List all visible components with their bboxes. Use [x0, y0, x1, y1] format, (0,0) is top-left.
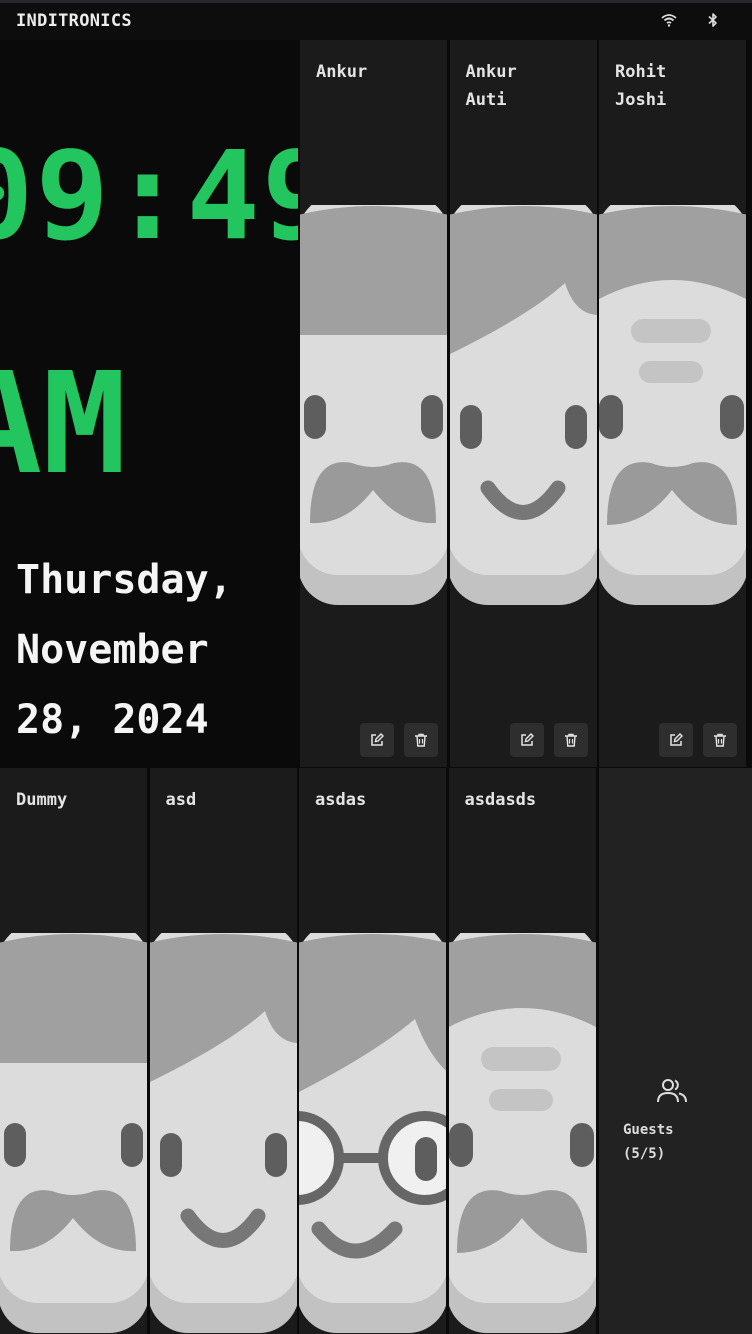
clock-time: 09:49 [0, 125, 298, 267]
top-bar: INDITRONICS [0, 0, 752, 40]
delete-icon [564, 733, 578, 747]
user-card[interactable]: asdasds [448, 768, 596, 1334]
avatar [299, 923, 446, 1333]
clock-panel: 09:49 AM Thursday, November 28, 2024 [0, 40, 298, 767]
user-name: asdas [315, 790, 367, 810]
delete-button[interactable] [404, 723, 438, 757]
brand-title: INDITRONICS [16, 11, 132, 31]
edit-button[interactable] [509, 723, 544, 757]
delete-icon [713, 733, 727, 747]
delete-button[interactable] [703, 723, 737, 757]
clock-date-text: Thursday, November 28, 2024 [16, 557, 233, 743]
user-name: asd [165, 790, 197, 810]
clock-ampm: AM [0, 343, 127, 506]
edit-button[interactable] [659, 723, 693, 757]
user-card[interactable]: Ankur [300, 40, 447, 767]
user-name: Dummy [16, 790, 68, 810]
edit-button[interactable] [360, 723, 394, 757]
guests-label: Guests (5/5) [623, 1122, 674, 1162]
edit-icon [520, 733, 534, 747]
avatar [300, 195, 447, 605]
clock-date: Thursday, November 28, 2024 [16, 545, 233, 755]
bluetooth-icon [707, 12, 719, 32]
user-card[interactable]: asdas [299, 768, 446, 1334]
user-card[interactable]: Rohit Joshi [599, 40, 746, 767]
user-card[interactable]: Ankur Auti [449, 40, 597, 767]
delete-button[interactable] [553, 723, 588, 757]
edit-icon [370, 733, 384, 747]
guests-card[interactable]: Guests (5/5) [599, 768, 752, 1334]
user-name: Rohit Joshi [615, 62, 667, 110]
user-name: Ankur Auti [465, 62, 517, 110]
avatar [149, 923, 297, 1333]
edit-icon [669, 733, 683, 747]
wifi-icon [661, 12, 677, 32]
avatar [449, 195, 597, 605]
user-name: asdasds [464, 790, 537, 810]
users-icon [655, 1074, 689, 1112]
user-card[interactable]: Dummy [0, 768, 147, 1334]
avatar [0, 923, 147, 1333]
avatar [448, 923, 596, 1333]
user-card[interactable]: asd [149, 768, 297, 1334]
user-name: Ankur [316, 62, 368, 82]
delete-icon [414, 733, 428, 747]
avatar [599, 195, 746, 605]
